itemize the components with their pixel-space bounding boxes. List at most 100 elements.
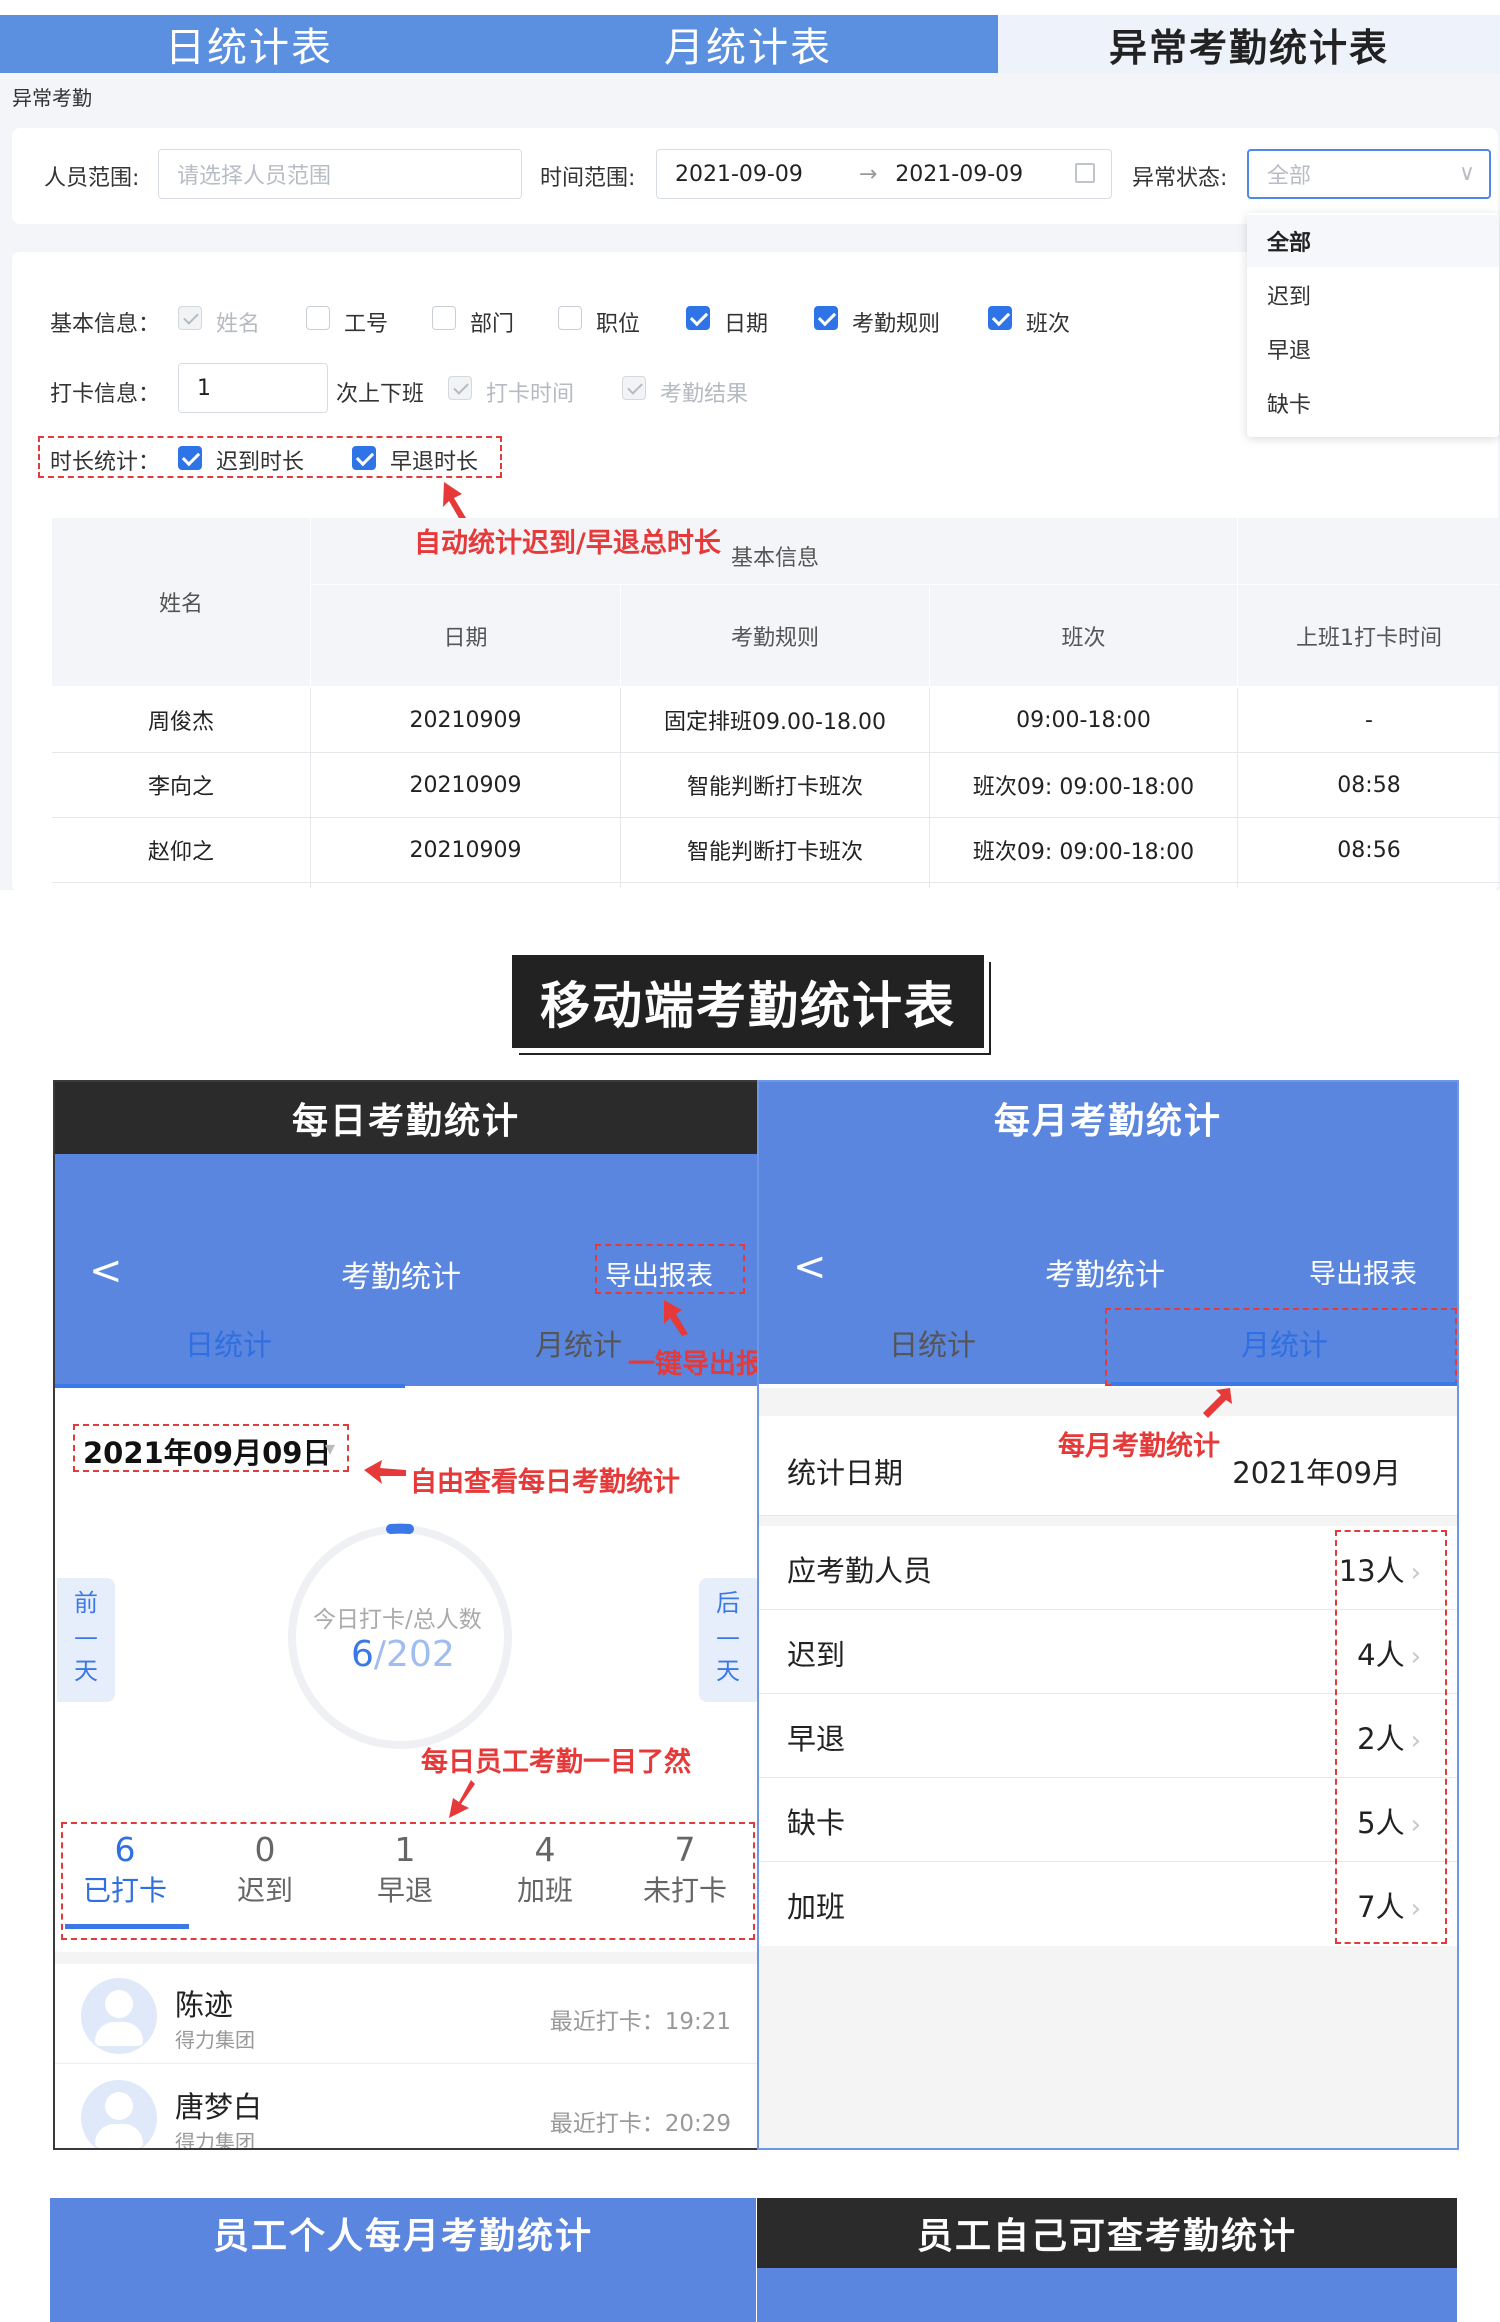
back-icon[interactable]: < [793,1244,827,1290]
checkbox-date[interactable] [686,306,710,330]
next-day-button[interactable]: 后 — 天 [699,1578,757,1702]
checkbox-shift[interactable] [988,306,1012,330]
monthly-row-label: 应考勤人员 [787,1554,933,1588]
person-last-punch: 最近打卡：19:21 [549,2009,731,2035]
table-cell: 智能判断打卡班次 [686,775,863,800]
stat-label: 加班 [516,1874,573,1907]
stat-not-punched[interactable]: 7 未打卡 [635,1830,735,1909]
stat-number: 0 [254,1830,276,1869]
checkbox-position[interactable] [558,306,582,330]
monthly-row-label: 迟到 [787,1638,846,1672]
table-header-name: 姓名 [52,518,310,686]
bottom-right-header: 员工自己可查考勤统计 [757,2198,1457,2268]
date-range-picker[interactable]: 2021-09-09 → 2021-09-09 [656,149,1112,199]
stat-label: 迟到 [236,1874,293,1907]
checkbox-job-number-label: 工号 [344,312,389,337]
chevron-down-icon: ∨ [1458,161,1475,186]
person-name: 陈迹 [175,1988,234,2022]
prev-day-text: 天 [74,1657,98,1685]
table-cell: 李向之 [147,775,214,800]
checkbox-attendance-rule-label: 考勤规则 [852,312,941,337]
checkbox-job-number[interactable] [306,306,330,330]
stat-overtime[interactable]: 4 加班 [495,1830,595,1909]
abnormal-status-label: 异常状态: [1132,166,1228,191]
back-icon[interactable]: < [89,1248,123,1294]
daily-date-selector[interactable]: 2021年09月09日 [83,1430,331,1472]
annotation-auto-duration: 自动统计迟到/早退总时长 [414,528,721,559]
breadcrumb: 异常考勤 [12,86,92,110]
punch-count-input[interactable]: 1 [178,363,328,413]
table-group-header-extra [1238,518,1500,584]
dropdown-option-missing[interactable]: 缺卡 [1247,377,1499,429]
checkbox-department[interactable] [432,306,456,330]
prev-day-text: — [74,1623,98,1651]
monthly-export-button[interactable]: 导出报表 [1309,1252,1417,1291]
table-row-divider [52,882,1500,883]
stat-punched[interactable]: 6 已打卡 [75,1830,175,1909]
abnormal-status-placeholder: 全部 [1267,164,1312,189]
table-col-divider [929,688,930,888]
checkbox-early-duration-label: 早退时长 [390,450,479,475]
monthly-row-label: 早退 [787,1722,846,1756]
date-start: 2021-09-09 [675,161,803,187]
person-range-input[interactable]: 请选择人员范围 [158,149,522,199]
table-row-divider [52,752,1500,753]
stat-tab-indicator [65,1924,189,1929]
monthly-date-label: 统计日期 [787,1456,904,1490]
monthly-row-label: 缺卡 [787,1806,846,1840]
export-highlight-box [595,1244,745,1294]
table-col-divider [310,688,311,888]
bottom-right-bar [757,2268,1457,2322]
stat-early[interactable]: 1 早退 [355,1830,455,1909]
daily-tab-month[interactable]: 月统计 [535,1322,622,1364]
punch-info-label: 打卡信息： [50,382,161,407]
person-org: 得力集团 [175,2028,255,2052]
next-day-text: 天 [716,1657,740,1685]
checkbox-name [178,306,202,330]
tab-monthly-report[interactable]: 月统计表 [498,15,998,73]
annotation-arrow-icon [364,1460,406,1484]
annotation-arrow-icon [449,1780,475,1818]
list-item[interactable]: 唐梦白 得力集团 最近打卡：20:29 [55,2066,757,2148]
ring-punched-count: 6 [351,1634,374,1675]
prev-day-text: 前 [74,1589,98,1617]
section-divider [55,1952,757,1964]
dropdown-option-all[interactable]: 全部 [1247,215,1499,267]
table-cell: 20210909 [409,772,522,798]
monthly-date-value: 2021年09月 [1232,1456,1401,1490]
stat-label: 已打卡 [82,1874,167,1907]
checkbox-early-duration[interactable] [352,446,376,470]
section-divider [759,1388,1457,1416]
monthly-tab-day[interactable]: 日统计 [889,1322,976,1364]
stat-number: 6 [114,1830,136,1869]
checkbox-attendance-rule[interactable] [814,306,838,330]
dropdown-option-early[interactable]: 早退 [1247,323,1499,375]
table-cell: 班次09: 09:00-18:00 [972,840,1195,865]
person-name: 唐梦白 [175,2090,263,2124]
checkbox-date-label: 日期 [724,312,769,337]
daily-tab-day[interactable]: 日统计 [185,1322,272,1364]
table-cell: 08:58 [1337,772,1401,798]
month-tab-highlight-box [1105,1308,1457,1386]
table-cell: 固定排班09.00-18.00 [664,710,886,735]
abnormal-status-select[interactable]: 全部 ∨ [1247,149,1491,199]
monthly-tab-indicator [1111,1382,1457,1386]
checkbox-late-duration[interactable] [178,446,202,470]
table-cell: 08:56 [1337,837,1401,863]
monthly-empty-area [759,1946,1457,2148]
tab-daily-report[interactable]: 日统计表 [0,15,498,73]
table-cell: 20210909 [409,837,522,863]
tab-abnormal-report[interactable]: 异常考勤统计表 [998,15,1500,73]
list-item[interactable]: 陈迹 得力集团 最近打卡：19:21 [55,1964,757,2064]
table-cell: 赵仰之 [147,840,214,865]
person-range-placeholder: 请选择人员范围 [177,164,332,189]
date-arrow: → [858,161,878,187]
prev-day-button[interactable]: 前 — 天 [57,1578,115,1702]
date-end: 2021-09-09 [895,161,1024,187]
table-header-punch1: 上班1打卡时间 [1238,585,1500,686]
annotation-free-daily: 自由查看每日考勤统计 [410,1467,680,1498]
table-header-shift: 班次 [930,585,1237,686]
table-col-divider [1237,688,1238,888]
dropdown-option-late[interactable]: 迟到 [1247,269,1499,321]
stat-late[interactable]: 0 迟到 [215,1830,315,1909]
